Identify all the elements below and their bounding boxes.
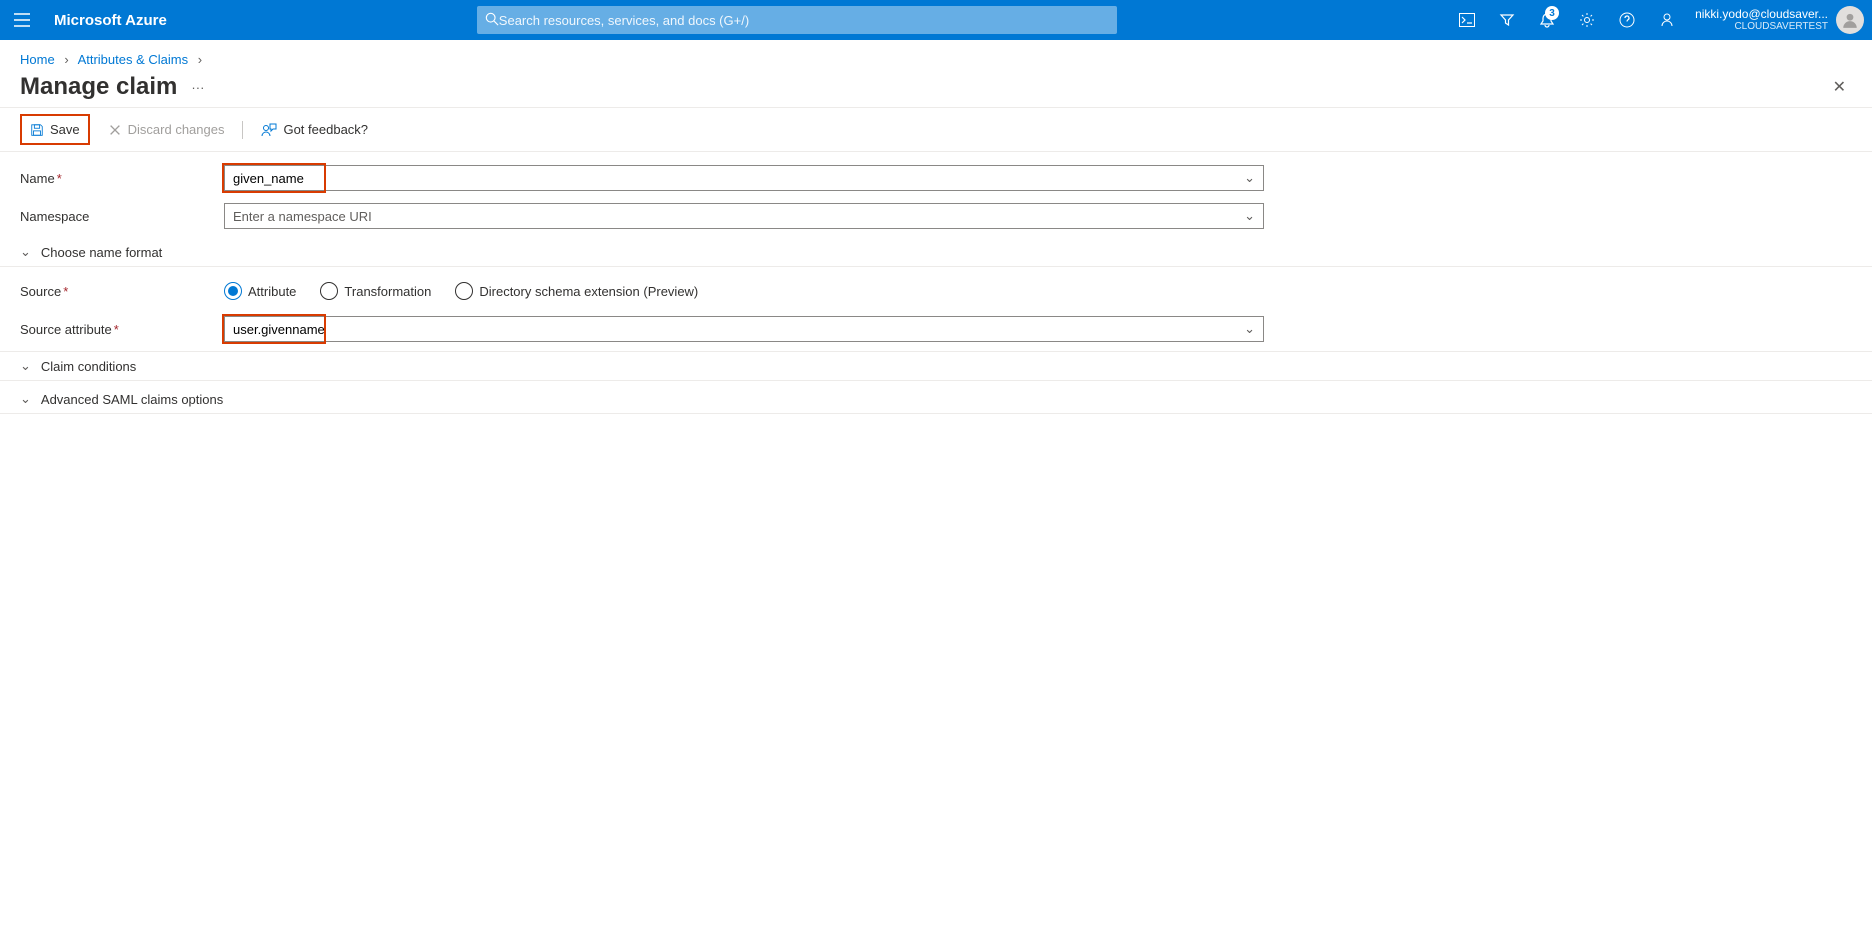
row-source-attribute: Source attribute* ⌄ [20, 313, 1852, 345]
name-label: Name [20, 171, 55, 186]
row-namespace: Namespace ⌄ [20, 200, 1852, 232]
global-search[interactable] [477, 6, 1117, 34]
save-button[interactable]: Save [26, 118, 84, 141]
feedback-button[interactable]: Got feedback? [257, 118, 372, 141]
radio-attribute-label: Attribute [248, 284, 296, 299]
breadcrumb-home[interactable]: Home [20, 52, 55, 67]
source-attribute-input-wrap[interactable]: ⌄ [224, 316, 1264, 342]
person-feedback-icon [261, 123, 277, 137]
source-label: Source [20, 284, 61, 299]
advanced-saml-label: Advanced SAML claims options [41, 392, 223, 407]
namespace-label: Namespace [20, 209, 89, 224]
radio-dot-icon [320, 282, 338, 300]
expander-advanced-saml[interactable]: ⌄ Advanced SAML claims options [0, 385, 1872, 414]
chevron-down-icon[interactable]: ⌄ [1244, 208, 1255, 224]
notifications-icon[interactable]: 3 [1527, 0, 1567, 40]
cloud-shell-icon[interactable] [1447, 0, 1487, 40]
notification-badge: 3 [1545, 6, 1559, 20]
page-title: Manage claim [20, 73, 177, 101]
required-marker: * [63, 284, 68, 299]
radio-dot-icon [455, 282, 473, 300]
avatar [1836, 6, 1864, 34]
namespace-input-wrap[interactable]: ⌄ [224, 203, 1264, 229]
namespace-input[interactable] [233, 209, 1244, 224]
radio-directory-schema-label: Directory schema extension (Preview) [479, 284, 698, 299]
required-marker: * [57, 171, 62, 186]
expander-choose-name-format[interactable]: ⌄ Choose name format [0, 238, 1872, 267]
breadcrumb: Home › Attributes & Claims › [0, 40, 1872, 71]
feedback-label: Got feedback? [283, 122, 368, 137]
radio-transformation-label: Transformation [344, 284, 431, 299]
toolbar: Save Discard changes Got feedback? [0, 107, 1872, 152]
chevron-down-icon: ⌄ [20, 244, 31, 260]
chevron-down-icon[interactable]: ⌄ [1244, 321, 1255, 337]
form: Name* ⌄ Namespace ⌄ ⌄ Choose name format… [0, 152, 1872, 428]
source-attribute-label: Source attribute [20, 322, 112, 337]
user-email: nikki.yodo@cloudsaver... [1695, 8, 1828, 21]
row-name: Name* ⌄ [20, 162, 1852, 194]
discard-label: Discard changes [128, 122, 225, 137]
filter-icon[interactable] [1487, 0, 1527, 40]
chevron-down-icon: ⌄ [20, 391, 31, 407]
choose-name-format-label: Choose name format [41, 245, 162, 260]
search-input[interactable] [499, 13, 1109, 28]
toolbar-separator [242, 121, 243, 139]
close-icon[interactable]: ✕ [1833, 77, 1846, 97]
settings-icon[interactable] [1567, 0, 1607, 40]
required-marker: * [114, 322, 119, 337]
brand-label[interactable]: Microsoft Azure [44, 12, 177, 29]
claim-conditions-label: Claim conditions [41, 359, 136, 374]
radio-directory-schema[interactable]: Directory schema extension (Preview) [455, 282, 698, 300]
breadcrumb-attributes-claims[interactable]: Attributes & Claims [78, 52, 189, 67]
save-label: Save [50, 122, 80, 137]
source-attribute-input[interactable] [233, 322, 1244, 337]
source-radio-group: Attribute Transformation Directory schem… [224, 282, 698, 300]
radio-attribute[interactable]: Attribute [224, 282, 296, 300]
radio-dot-icon [224, 282, 242, 300]
save-icon [30, 123, 44, 137]
name-input-wrap[interactable]: ⌄ [224, 165, 1264, 191]
name-input[interactable] [233, 171, 1244, 186]
chevron-right-icon: › [64, 52, 68, 67]
chevron-down-icon: ⌄ [20, 358, 31, 374]
highlight-save: Save [20, 114, 90, 145]
more-icon[interactable]: ··· [191, 80, 204, 95]
radio-transformation[interactable]: Transformation [320, 282, 431, 300]
expander-claim-conditions[interactable]: ⌄ Claim conditions [0, 351, 1872, 381]
close-icon [108, 123, 122, 137]
help-icon[interactable] [1607, 0, 1647, 40]
title-row: Manage claim ··· ✕ [0, 71, 1872, 107]
feedback-icon[interactable] [1647, 0, 1687, 40]
row-source: Source* Attribute Transformation Directo… [20, 275, 1852, 307]
tenant-name: CLOUDSAVERTEST [1695, 21, 1828, 32]
top-bar: Microsoft Azure 3 ni [0, 0, 1872, 40]
search-icon [485, 12, 499, 29]
chevron-down-icon[interactable]: ⌄ [1244, 170, 1255, 186]
discard-button: Discard changes [104, 118, 229, 141]
hamburger-icon[interactable] [0, 0, 44, 40]
chevron-right-icon: › [198, 52, 202, 67]
account-menu[interactable]: nikki.yodo@cloudsaver... CLOUDSAVERTEST [1687, 0, 1872, 40]
